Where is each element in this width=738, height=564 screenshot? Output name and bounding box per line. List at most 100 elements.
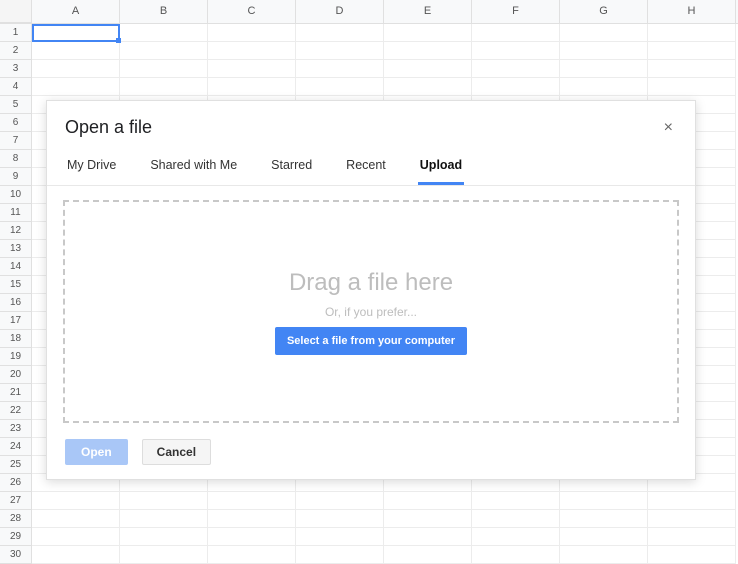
row-header[interactable]: 26 — [0, 474, 32, 492]
column-header[interactable]: B — [120, 0, 208, 23]
cell[interactable] — [560, 510, 648, 528]
cell[interactable] — [208, 546, 296, 564]
cell[interactable] — [32, 24, 120, 42]
cell[interactable] — [560, 546, 648, 564]
cell[interactable] — [384, 492, 472, 510]
row-header[interactable]: 23 — [0, 420, 32, 438]
row-header[interactable]: 8 — [0, 150, 32, 168]
row-header[interactable]: 14 — [0, 258, 32, 276]
row-header[interactable]: 5 — [0, 96, 32, 114]
cell[interactable] — [384, 24, 472, 42]
row-header[interactable]: 13 — [0, 240, 32, 258]
row-header[interactable]: 19 — [0, 348, 32, 366]
cell[interactable] — [648, 42, 736, 60]
row-header[interactable]: 25 — [0, 456, 32, 474]
cell[interactable] — [472, 42, 560, 60]
row-header[interactable]: 4 — [0, 78, 32, 96]
cell[interactable] — [208, 24, 296, 42]
tab-recent[interactable]: Recent — [344, 150, 388, 185]
cell[interactable] — [648, 528, 736, 546]
cell[interactable] — [648, 546, 736, 564]
cell[interactable] — [120, 492, 208, 510]
column-header[interactable]: C — [208, 0, 296, 23]
cell[interactable] — [208, 492, 296, 510]
row-header[interactable]: 12 — [0, 222, 32, 240]
cell[interactable] — [32, 492, 120, 510]
cell[interactable] — [296, 510, 384, 528]
cell[interactable] — [648, 492, 736, 510]
cell[interactable] — [32, 78, 120, 96]
cell[interactable] — [384, 546, 472, 564]
cell[interactable] — [560, 528, 648, 546]
tab-shared-with-me[interactable]: Shared with Me — [148, 150, 239, 185]
cell[interactable] — [648, 78, 736, 96]
column-header[interactable]: E — [384, 0, 472, 23]
cell[interactable] — [208, 60, 296, 78]
select-file-button[interactable]: Select a file from your computer — [275, 327, 467, 355]
cell[interactable] — [120, 528, 208, 546]
open-button[interactable]: Open — [65, 439, 128, 465]
row-header[interactable]: 3 — [0, 60, 32, 78]
cell[interactable] — [472, 78, 560, 96]
cell[interactable] — [296, 78, 384, 96]
cell[interactable] — [560, 60, 648, 78]
cell[interactable] — [648, 60, 736, 78]
cell[interactable] — [32, 42, 120, 60]
close-icon[interactable]: × — [660, 118, 677, 138]
row-header[interactable]: 29 — [0, 528, 32, 546]
cell[interactable] — [120, 510, 208, 528]
row-header[interactable]: 16 — [0, 294, 32, 312]
tab-upload[interactable]: Upload — [418, 150, 464, 185]
column-header[interactable]: F — [472, 0, 560, 23]
row-header[interactable]: 30 — [0, 546, 32, 564]
upload-dropzone[interactable]: Drag a file here Or, if you prefer... Se… — [63, 200, 679, 423]
cell[interactable] — [384, 42, 472, 60]
row-header[interactable]: 22 — [0, 402, 32, 420]
row-header[interactable]: 17 — [0, 312, 32, 330]
cell[interactable] — [296, 42, 384, 60]
cell[interactable] — [32, 528, 120, 546]
cell[interactable] — [208, 510, 296, 528]
row-header[interactable]: 1 — [0, 24, 32, 42]
row-header[interactable]: 11 — [0, 204, 32, 222]
cancel-button[interactable]: Cancel — [142, 439, 211, 465]
tab-starred[interactable]: Starred — [269, 150, 314, 185]
cell[interactable] — [472, 492, 560, 510]
cell[interactable] — [120, 60, 208, 78]
cell[interactable] — [120, 546, 208, 564]
column-header[interactable]: H — [648, 0, 736, 23]
cell[interactable] — [472, 546, 560, 564]
row-header[interactable]: 28 — [0, 510, 32, 528]
cell[interactable] — [296, 60, 384, 78]
cell[interactable] — [384, 78, 472, 96]
row-header[interactable]: 21 — [0, 384, 32, 402]
row-header[interactable]: 2 — [0, 42, 32, 60]
cell[interactable] — [208, 78, 296, 96]
cell[interactable] — [296, 492, 384, 510]
row-header[interactable]: 6 — [0, 114, 32, 132]
cell[interactable] — [648, 510, 736, 528]
cell[interactable] — [32, 546, 120, 564]
cell[interactable] — [384, 60, 472, 78]
row-header[interactable]: 15 — [0, 276, 32, 294]
cell[interactable] — [648, 24, 736, 42]
row-header[interactable]: 20 — [0, 366, 32, 384]
cell[interactable] — [560, 24, 648, 42]
cell[interactable] — [560, 42, 648, 60]
cell[interactable] — [472, 510, 560, 528]
row-header[interactable]: 24 — [0, 438, 32, 456]
row-header[interactable]: 18 — [0, 330, 32, 348]
cell[interactable] — [120, 42, 208, 60]
cell[interactable] — [472, 24, 560, 42]
row-header[interactable]: 9 — [0, 168, 32, 186]
row-header[interactable]: 7 — [0, 132, 32, 150]
cell[interactable] — [296, 24, 384, 42]
tab-my-drive[interactable]: My Drive — [65, 150, 118, 185]
row-header[interactable]: 10 — [0, 186, 32, 204]
cell[interactable] — [296, 546, 384, 564]
column-header[interactable]: G — [560, 0, 648, 23]
column-header[interactable]: A — [32, 0, 120, 23]
column-header[interactable]: D — [296, 0, 384, 23]
row-header[interactable]: 27 — [0, 492, 32, 510]
cell[interactable] — [384, 528, 472, 546]
